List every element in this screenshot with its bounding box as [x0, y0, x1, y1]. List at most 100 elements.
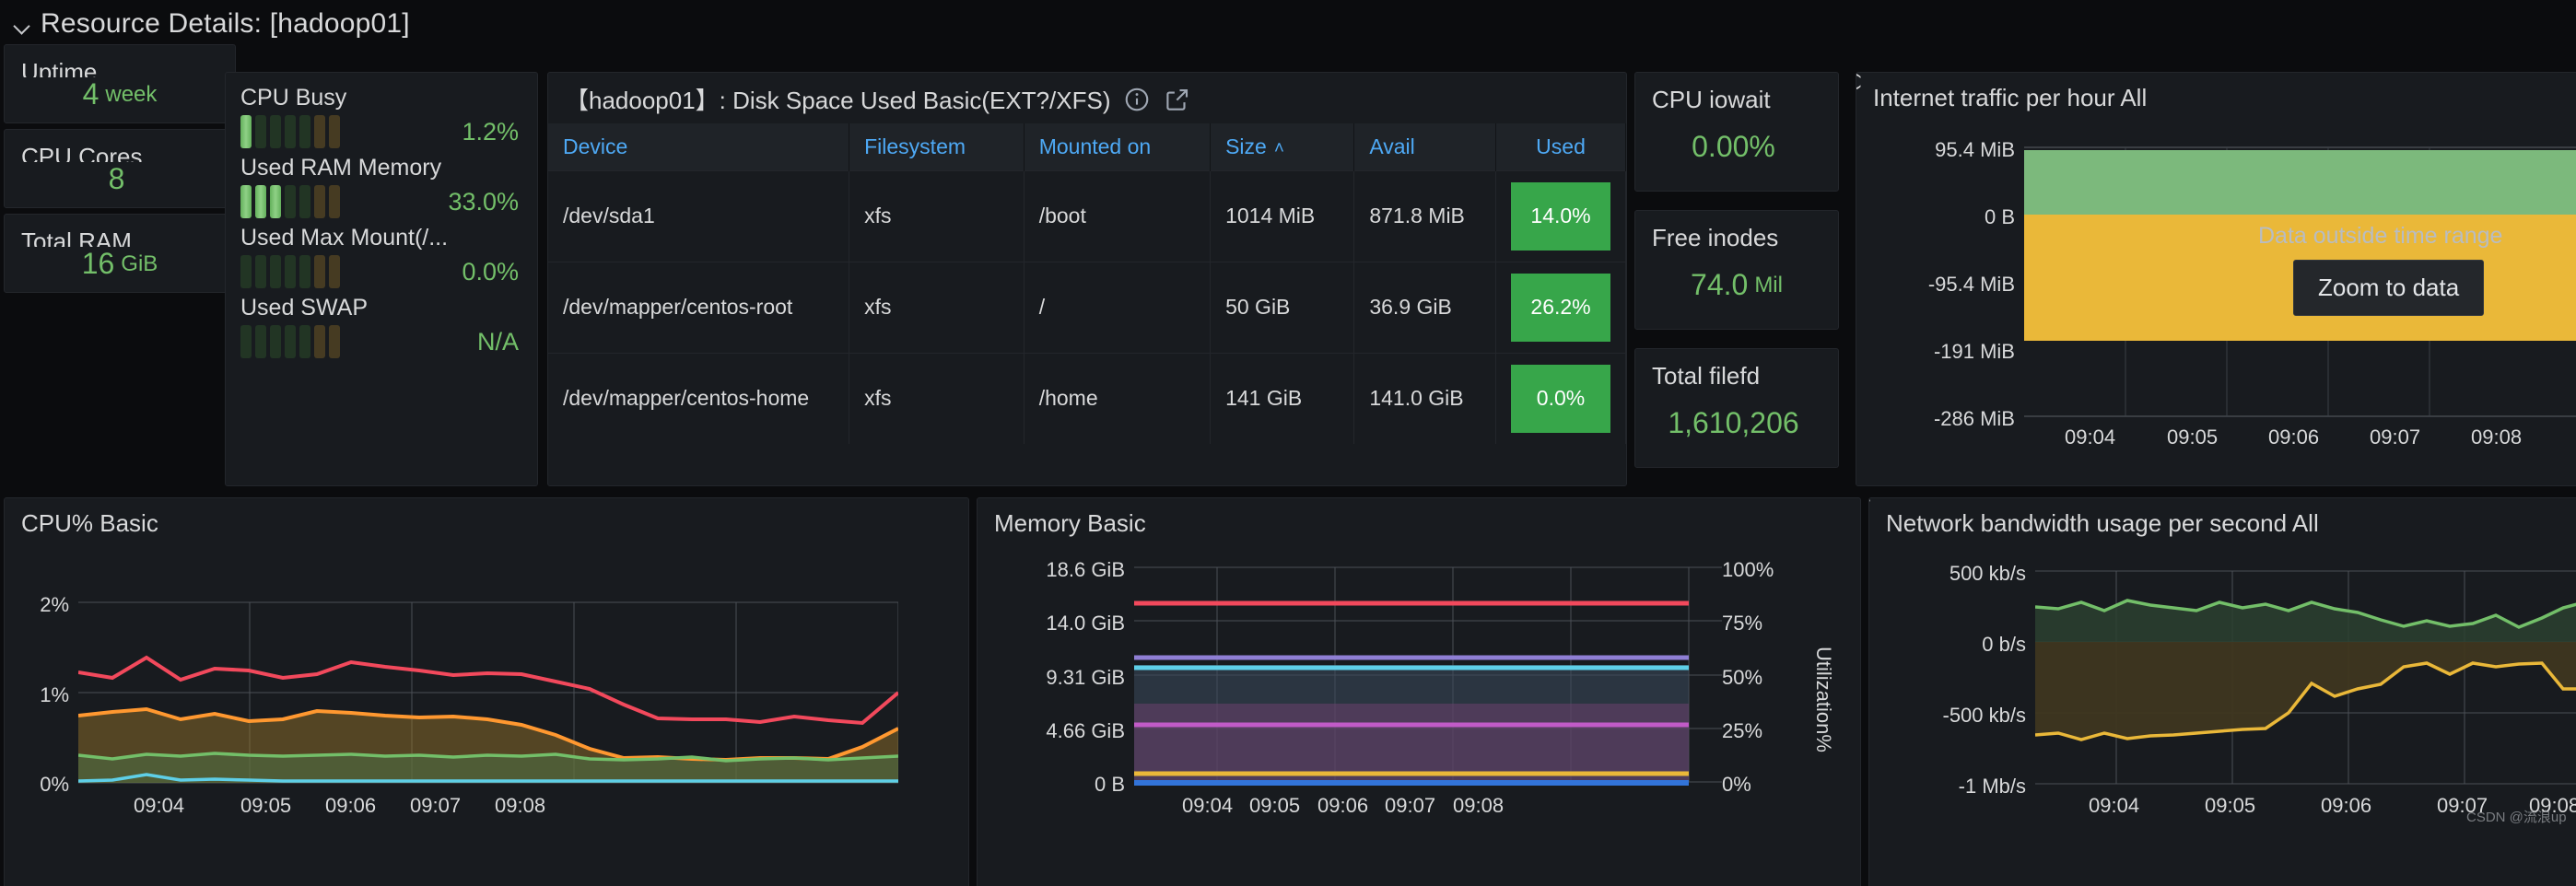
panel-title: Memory Basic [994, 509, 1146, 537]
used-percent-badge: 0.0% [1511, 365, 1610, 433]
stat-number: 16 [81, 247, 115, 280]
zoom-to-data-button[interactable]: Zoom to data [2293, 260, 2485, 316]
cell-device: /dev/mapper/centos-home [548, 353, 850, 444]
x-tick: 09:06 [1317, 794, 1369, 817]
gauge-segment [329, 115, 340, 148]
stat-value: 0.00% [1635, 114, 1838, 191]
gauge-segment [314, 325, 325, 358]
x-tick: 09:04 [2065, 426, 2116, 449]
stat-panel-total-filefd[interactable]: Total filefd 1,610,206 [1634, 348, 1839, 468]
gauge-segment [285, 255, 296, 288]
external-link-icon[interactable] [1164, 86, 1191, 113]
x-tick: 09:05 [2167, 426, 2219, 449]
x-tick: 09:04 [134, 794, 185, 817]
table-row[interactable]: /dev/sda1 xfs /boot 1014 MiB 871.8 MiB 1… [548, 170, 1626, 262]
panel-title: 【hadoop01】: Disk Space Used Basic(EXT?/X… [565, 87, 1111, 114]
x-tick: 09:05 [240, 794, 292, 817]
gauge-segment [285, 115, 296, 148]
column-header-mounted-on[interactable]: Mounted on [1024, 123, 1212, 171]
gauge-segment [314, 115, 325, 148]
gauge-segment [329, 185, 340, 218]
x-tick: 09:08 [2471, 426, 2523, 449]
cpu-basic-plot [78, 601, 898, 784]
info-circle-icon[interactable] [1123, 86, 1151, 113]
cpu-basic-graph[interactable]: 0% 1% 2% 09:04 09:05 09:06 09:07 09:08 [5, 538, 968, 886]
gauge-segment [299, 115, 310, 148]
y-tick: 95.4 MiB [1935, 138, 2015, 161]
gauge-segment [285, 325, 296, 358]
network-bandwidth-panel[interactable]: Network bandwidth usage per second All t… [1868, 497, 2576, 886]
panel-title: CPU% Basic [21, 509, 158, 537]
stat-panel-cpu-iowait[interactable]: CPU iowait 0.00% [1634, 72, 1839, 192]
y-axis-title: transmit (-) /receive (+) [1856, 73, 1862, 169]
gauge-segment [314, 185, 325, 218]
used-percent-badge: 14.0% [1511, 182, 1610, 251]
gauge-segment [329, 255, 340, 288]
stat-panel-free-inodes[interactable]: Free inodes 74.0 Mil [1634, 210, 1839, 330]
internet-traffic-panel[interactable]: Internet traffic per hour All transmit (… [1856, 72, 2576, 486]
stat-value: 8 [5, 162, 235, 207]
stat-title: CPU iowait [1652, 86, 1771, 113]
y-tick: 14.0 GiB [1046, 612, 1125, 635]
column-header-device[interactable]: Device [548, 123, 850, 171]
internet-traffic-graph[interactable]: transmit (-) /receive (+) 95.4 MiB 0 B -… [1856, 73, 2576, 485]
cell-device: /dev/sda1 [548, 170, 850, 262]
y-tick: 9.31 GiB [1046, 666, 1125, 689]
memory-basic-graph[interactable]: 0 B 4.66 GiB 9.31 GiB 14.0 GiB 18.6 GiB … [978, 538, 1860, 886]
gauge-label: CPU Busy [240, 85, 347, 111]
x-tick: 09:07 [410, 794, 462, 817]
cell-device: /dev/mapper/centos-root [548, 262, 850, 354]
column-header-filesystem[interactable]: Filesystem [849, 123, 1025, 171]
gauge-row-used-swap[interactable]: Used SWAP N/A [240, 292, 522, 360]
gauge-segment [299, 255, 310, 288]
column-header-size[interactable]: Size ˄ [1210, 123, 1355, 171]
y-tick: 4.66 GiB [1046, 719, 1125, 742]
x-tick: 09:07 [2370, 426, 2421, 449]
stat-panel-uptime[interactable]: Uptime 4 week [4, 44, 236, 123]
bargauge-panel[interactable]: CPU Busy 1.2% Used RAM Memory 33.0% Used… [225, 72, 538, 486]
stat-value: 16 GiB [5, 247, 235, 292]
stat-panel-cpu-cores[interactable]: CPU Cores 8 [4, 129, 236, 208]
y-tick: -191 MiB [1933, 340, 2015, 363]
row-header[interactable]: Resource Details: [hadoop01] [0, 0, 2576, 48]
cell-used: 14.0% [1495, 170, 1626, 262]
y-tick: 0 b/s [1982, 633, 2026, 656]
table-header-row: Device Filesystem Mounted on Size ˄ Avail… [548, 123, 1626, 171]
memory-basic-panel[interactable]: Memory Basic 0 B 4.66 GiB 9.31 GiB 14.0 … [977, 497, 1861, 886]
gauge-bars-used-swap [240, 325, 340, 358]
gauge-segment [299, 325, 310, 358]
cell-avail: 871.8 MiB [1353, 170, 1497, 262]
gauge-segment [270, 115, 281, 148]
network-bandwidth-graph[interactable]: transmit (-) /receive (+) 500 kb/s 0 b/s… [1869, 498, 2576, 886]
stat-title: Total RAM [21, 227, 132, 247]
stat-panel-total-ram[interactable]: Total RAM 16 GiB [4, 214, 236, 293]
gauge-segment [240, 255, 252, 288]
column-header-avail[interactable]: Avail [1353, 123, 1497, 171]
gauge-segment [255, 325, 266, 358]
used-percent-badge: 26.2% [1511, 274, 1610, 342]
stat-title: CPU Cores [21, 143, 143, 162]
cell-avail: 36.9 GiB [1353, 262, 1497, 354]
x-tick: 09:04 [1182, 794, 1234, 817]
gauge-row-cpu-busy[interactable]: CPU Busy 1.2% [240, 82, 522, 150]
table-row[interactable]: /dev/mapper/centos-root xfs / 50 GiB 36.… [548, 262, 1626, 354]
memory-basic-plot [1134, 566, 1722, 786]
cell-mounted-on: /home [1024, 353, 1212, 444]
stat-number: 1,610,206 [1668, 406, 1799, 439]
gauge-label: Used SWAP [240, 295, 369, 321]
gauge-value: 0.0% [462, 257, 519, 286]
stat-number: 74.0 [1691, 268, 1749, 301]
gauge-segment [285, 185, 296, 218]
cell-filesystem: xfs [849, 262, 1025, 354]
table-row[interactable]: /dev/mapper/centos-home xfs /home 141 Gi… [548, 353, 1626, 444]
gauge-segment [299, 185, 310, 218]
column-header-used[interactable]: Used [1495, 123, 1626, 171]
disk-table[interactable]: Device Filesystem Mounted on Size ˄ Avail… [548, 123, 1626, 444]
cpu-basic-panel[interactable]: CPU% Basic 0% 1% 2% 09:04 09:05 09:06 09… [4, 497, 969, 886]
chevron-down-icon[interactable] [13, 17, 31, 35]
y-tick: 500 kb/s [1949, 562, 2026, 585]
disk-space-table-panel[interactable]: 【hadoop01】: Disk Space Used Basic(EXT?/X… [547, 72, 1627, 486]
gauge-row-used-max-mount[interactable]: Used Max Mount(/... 0.0% [240, 222, 522, 290]
gauge-row-used-ram-memory[interactable]: Used RAM Memory 33.0% [240, 152, 522, 220]
y-tick: -95.4 MiB [1927, 273, 2015, 296]
